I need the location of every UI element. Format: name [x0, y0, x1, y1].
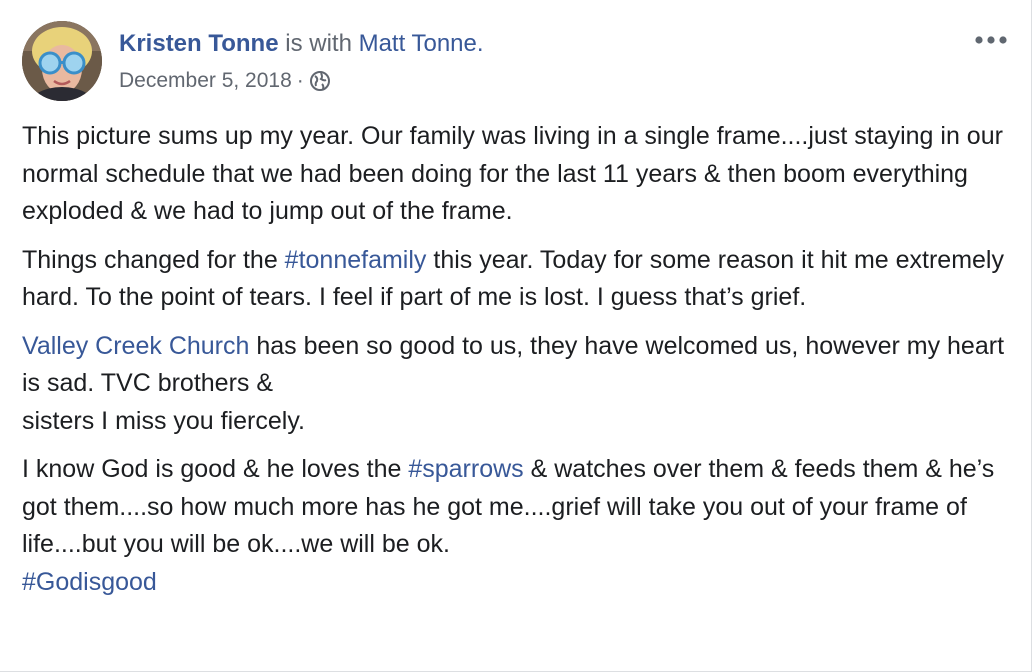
post-paragraph: Things changed for the #tonnefamily this…: [22, 242, 1012, 317]
meta-separator: ·: [296, 69, 304, 92]
hashtag-sparrows-link[interactable]: #sparrows: [408, 455, 523, 483]
paragraph-text: Things changed for the: [22, 245, 285, 274]
post-paragraph: I know God is good & he loves the #sparr…: [22, 451, 1012, 601]
avatar[interactable]: [22, 21, 102, 101]
hashtag-tonnefamily-link[interactable]: #tonnefamily: [285, 246, 427, 274]
post-card: Kristen Tonne is with Matt Tonne. Decemb…: [0, 0, 1032, 672]
tagged-person-link[interactable]: Matt Tonne.: [359, 30, 484, 57]
globe-icon[interactable]: [309, 70, 331, 92]
post-paragraph: Valley Creek Church has been so good to …: [22, 328, 1012, 441]
post-body: This picture sums up my year. Our family…: [22, 118, 1012, 612]
valley-creek-church-link[interactable]: Valley Creek Church: [22, 332, 249, 360]
post-header: Kristen Tonne is with Matt Tonne.: [119, 29, 484, 59]
more-options-icon[interactable]: [972, 30, 1012, 50]
post-date-link[interactable]: December 5, 2018: [119, 67, 292, 95]
paragraph-text: This picture sums up my year. Our family…: [22, 122, 1003, 225]
paragraph-text: sisters I miss you fiercely.: [22, 406, 305, 435]
hashtag-godisgood-link[interactable]: #Godisgood: [22, 568, 157, 596]
avatar-photo: [22, 21, 102, 101]
post-meta: December 5, 2018 ·: [119, 67, 331, 95]
post-paragraph: This picture sums up my year. Our family…: [22, 118, 1012, 231]
author-name-link[interactable]: Kristen Tonne: [119, 30, 279, 57]
paragraph-text: I know God is good & he loves the: [22, 455, 409, 483]
with-text: is with: [278, 30, 359, 57]
